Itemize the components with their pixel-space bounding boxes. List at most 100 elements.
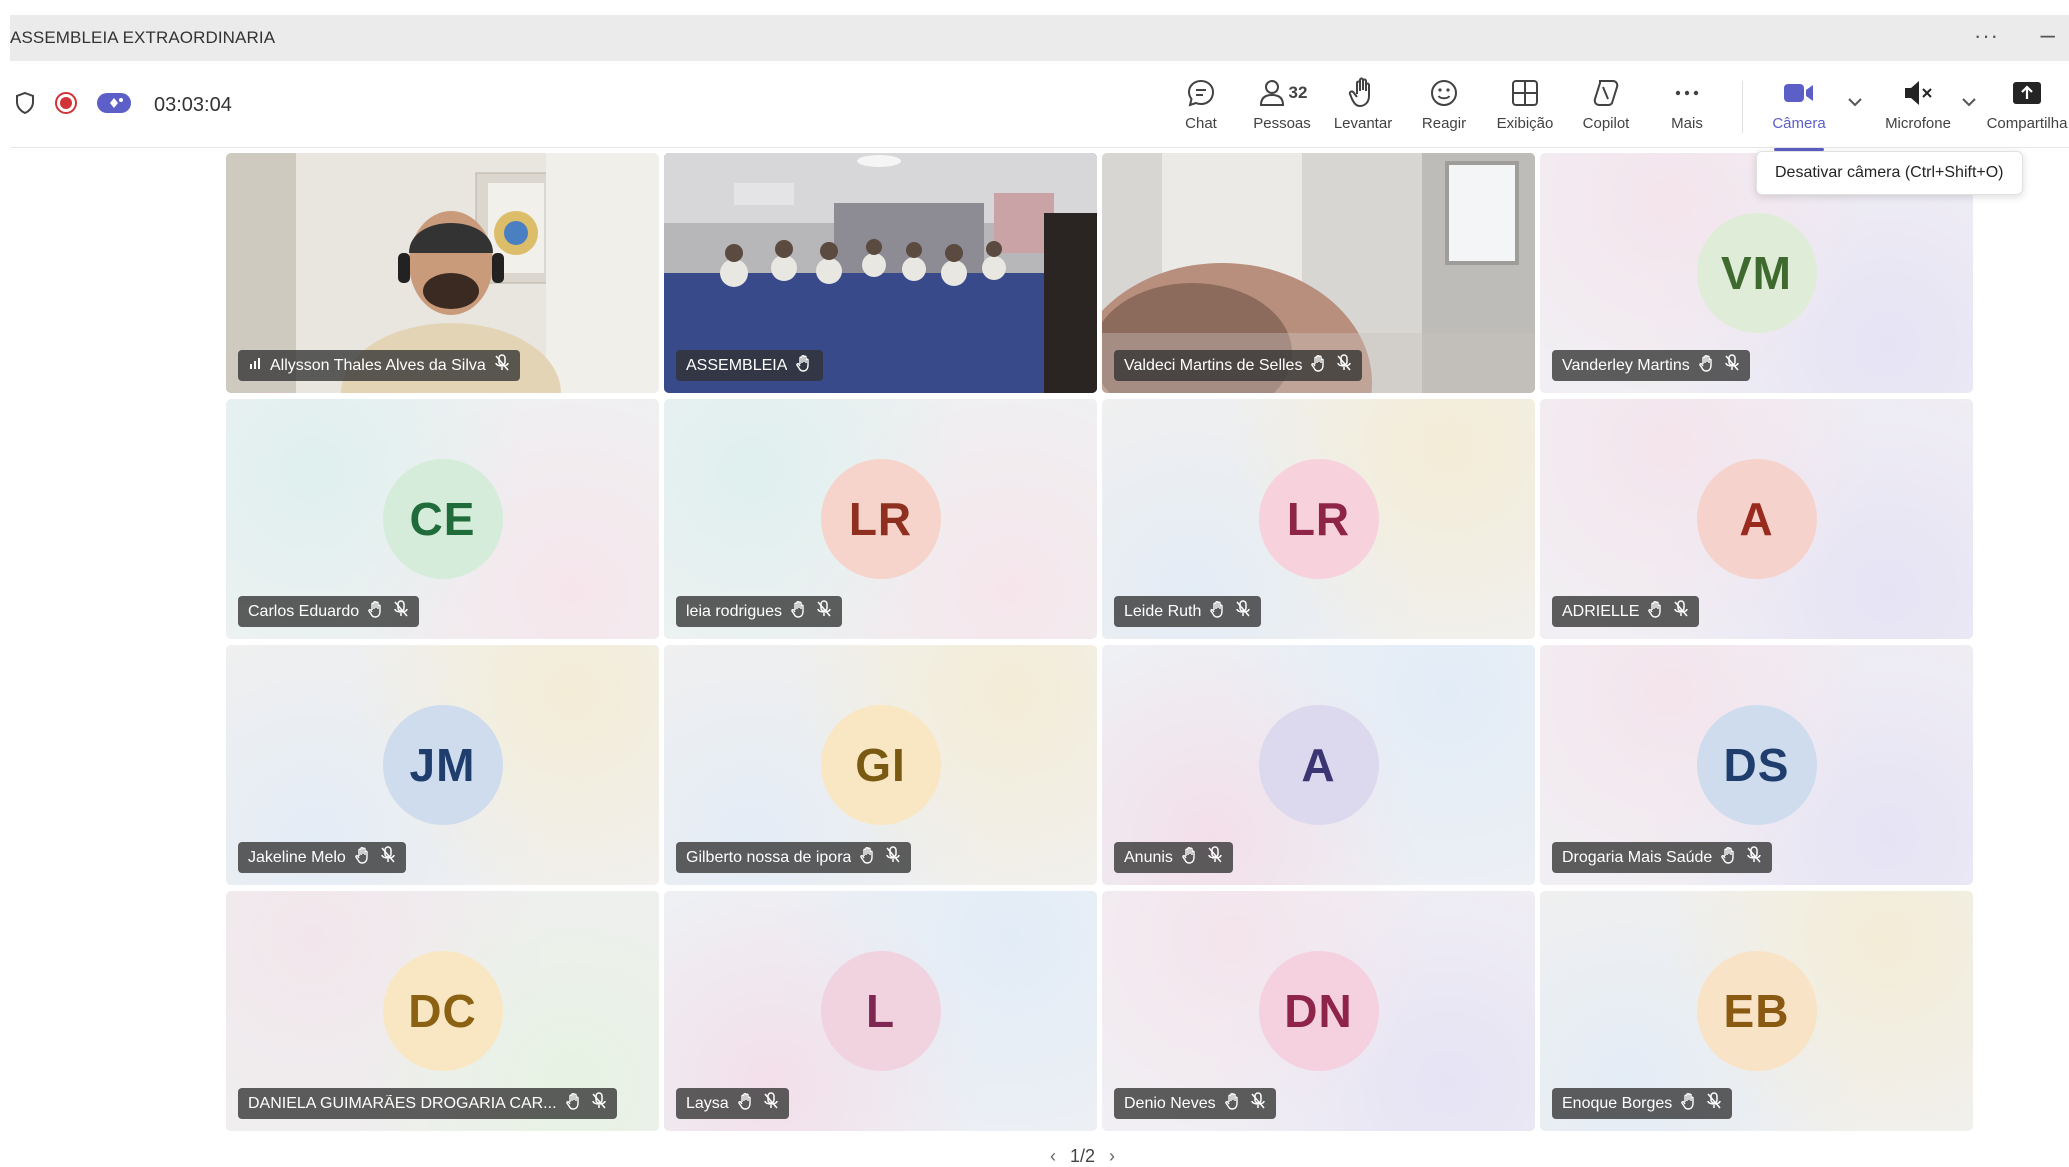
participant-nametag: Vanderley Martins (1552, 350, 1750, 381)
speaker-muted-icon (1901, 73, 1935, 113)
participant-nametag: Drogaria Mais Saúde (1552, 842, 1773, 873)
chat-button[interactable]: Chat (1162, 73, 1240, 143)
participant-nametag: DANIELA GUIMARÃES DROGARIA CAR... (238, 1088, 617, 1119)
hand-raise-off-icon (795, 354, 813, 377)
participant-name: Anunis (1124, 848, 1173, 866)
participant-name: Valdeci Martins de Selles (1124, 356, 1303, 374)
participant-avatar: DN (1258, 951, 1379, 1071)
participant-tile[interactable]: L Laysa (664, 891, 1097, 1131)
camera-button[interactable]: Câmera (1760, 73, 1838, 151)
copilot-button[interactable]: Copilot (1567, 73, 1645, 143)
hand-raise-off-icon (1698, 354, 1716, 377)
participant-name: Laysa (686, 1094, 729, 1112)
view-button[interactable]: Exibição (1486, 73, 1564, 143)
mic-muted-icon (763, 1092, 779, 1115)
copilot-icon (1589, 73, 1623, 113)
participant-name: Leide Ruth (1124, 602, 1202, 620)
participant-name: Carlos Eduardo (248, 602, 360, 620)
hand-raise-off-icon (367, 600, 385, 623)
hand-raise-off-icon (565, 1092, 583, 1115)
camera-label: Câmera (1772, 115, 1826, 132)
participant-nametag: Jakeline Melo (238, 842, 406, 873)
copilot-label: Copilot (1582, 115, 1630, 132)
participant-name: ADRIELLE (1562, 602, 1640, 620)
hand-icon (1348, 73, 1378, 113)
participant-name: Jakeline Melo (248, 848, 346, 866)
camera-tooltip: Desativar câmera (Ctrl+Shift+O) (1756, 151, 2023, 195)
participant-avatar: A (1258, 705, 1379, 825)
participant-tile[interactable]: Allysson Thales Alves da Silva (226, 153, 659, 393)
participant-tile[interactable]: A Anunis (1102, 645, 1535, 885)
chat-icon (1185, 73, 1217, 113)
mic-muted-icon (1746, 846, 1762, 869)
participant-avatar: EB (1696, 951, 1817, 1071)
participant-nametag: Enoque Borges (1552, 1088, 1733, 1119)
participant-avatar: DS (1696, 705, 1817, 825)
raise-hand-button[interactable]: Levantar (1324, 73, 1402, 143)
participant-name: Vanderley Martins (1562, 356, 1690, 374)
mic-muted-icon (494, 354, 510, 377)
minimize-icon[interactable]: – (2041, 19, 2055, 50)
chat-label: Chat (1185, 115, 1217, 132)
participant-tile[interactable]: DN Denio Neves (1102, 891, 1535, 1131)
participant-tile[interactable]: Valdeci Martins de Selles (1102, 153, 1535, 393)
people-label: Pessoas (1253, 115, 1311, 132)
raise-label: Levantar (1333, 115, 1393, 132)
meeting-toolbar: 03:03:04 Chat 32 Pessoas Levantar Reagir… (10, 61, 2069, 151)
participant-name: Drogaria Mais Saúde (1562, 848, 1713, 866)
hand-raise-off-icon (1720, 846, 1738, 869)
more-button[interactable]: Mais (1648, 73, 1726, 143)
participant-nametag: Carlos Eduardo (238, 596, 420, 627)
meeting-timer: 03:03:04 (154, 94, 232, 116)
share-label: Compartilha (1986, 115, 2068, 132)
participant-tile[interactable]: LR leia rodrigues (664, 399, 1097, 639)
participant-avatar: DC (382, 951, 503, 1071)
camera-options-chevron-icon[interactable] (1844, 91, 1866, 113)
microphone-label: Microfone (1885, 115, 1951, 132)
mic-muted-icon (1250, 1092, 1266, 1115)
participant-tile[interactable]: EB Enoque Borges (1540, 891, 1973, 1131)
grid-view-icon (1510, 73, 1540, 113)
participant-nametag: ASSEMBLEIA (676, 350, 824, 381)
participant-tile[interactable]: A ADRIELLE (1540, 399, 1973, 639)
mic-muted-icon (1673, 600, 1689, 623)
participant-name: Allysson Thales Alves da Silva (270, 356, 486, 374)
mic-muted-icon (1706, 1092, 1722, 1115)
participant-name: Enoque Borges (1562, 1094, 1673, 1112)
participant-tile[interactable]: CE Carlos Eduardo (226, 399, 659, 639)
hand-raise-off-icon (1224, 1092, 1242, 1115)
participant-tile[interactable]: JM Jakeline Melo (226, 645, 659, 885)
microphone-options-chevron-icon[interactable] (1958, 91, 1980, 113)
shield-icon (14, 91, 36, 120)
participant-name: Gilberto nossa de ipora (686, 848, 852, 866)
participant-avatar: GI (820, 705, 941, 825)
participant-tile[interactable]: DS Drogaria Mais Saúde (1540, 645, 1973, 885)
signal-bars-icon (248, 356, 262, 375)
participant-tile-active-speaker[interactable]: ASSEMBLEIA (664, 153, 1097, 393)
meeting-title: ASSEMBLEIA EXTRAORDINARIA (10, 28, 276, 47)
hand-raise-off-icon (1181, 846, 1199, 869)
share-button[interactable]: Compartilha (1982, 73, 2069, 143)
participant-tile[interactable]: GI Gilberto nossa de ipora (664, 645, 1097, 885)
more-label: Mais (1671, 115, 1703, 132)
people-icon: 32 (1257, 73, 1307, 113)
mic-muted-icon (393, 600, 409, 623)
mic-muted-icon (380, 846, 396, 869)
smile-icon (1428, 73, 1460, 113)
participant-grid: Allysson Thales Alves da Silva ASSEMBLEI… (226, 153, 1973, 1133)
react-button[interactable]: Reagir (1405, 73, 1483, 143)
microphone-button[interactable]: Microfone (1874, 73, 1962, 143)
participant-nametag: ADRIELLE (1552, 596, 1700, 627)
view-label: Exibição (1496, 115, 1554, 132)
people-button[interactable]: 32 Pessoas (1243, 73, 1321, 143)
participant-tile[interactable]: DC DANIELA GUIMARÃES DROGARIA CAR... (226, 891, 659, 1131)
hand-raise-off-icon (790, 600, 808, 623)
window-more-icon[interactable]: ··· (1974, 23, 1999, 49)
participant-avatar: L (820, 951, 941, 1071)
hand-raise-off-icon (1647, 600, 1665, 623)
participant-avatar: LR (820, 459, 941, 579)
participant-nametag: Allysson Thales Alves da Silva (238, 350, 520, 381)
participant-nametag: Gilberto nossa de ipora (676, 842, 912, 873)
participant-avatar: A (1696, 459, 1817, 579)
participant-tile[interactable]: LR Leide Ruth (1102, 399, 1535, 639)
